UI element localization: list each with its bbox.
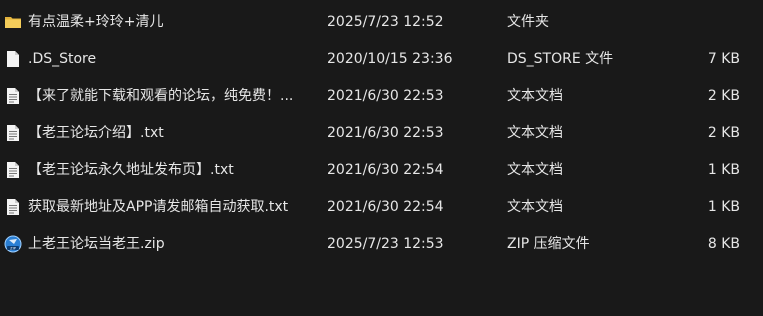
file-row-txt[interactable]: 【老王论坛永久地址发布页】.txt 2021/6/30 22:54 文本文档 1… bbox=[0, 152, 763, 188]
text-file-icon bbox=[4, 161, 22, 179]
file-row-zip[interactable]: ZIP 上老王论坛当老王.zip 2025/7/23 12:53 ZIP 压缩文… bbox=[0, 226, 763, 262]
file-type: 文本文档 bbox=[507, 125, 563, 141]
file-row-ds-store[interactable]: .DS_Store 2020/10/15 23:36 DS_STORE 文件 7… bbox=[0, 41, 763, 77]
svg-text:ZIP: ZIP bbox=[10, 246, 17, 250]
text-file-icon bbox=[4, 198, 22, 216]
file-name: 【老王论坛介绍】.txt bbox=[28, 125, 164, 141]
file-list: 有点温柔+玲玲+清儿 2025/7/23 12:52 文件夹 .DS_Store… bbox=[0, 0, 763, 316]
file-size: 7 KB bbox=[707, 51, 740, 67]
file-size: 8 KB bbox=[707, 236, 740, 252]
file-date: 2021/6/30 22:54 bbox=[327, 199, 444, 215]
file-name: .DS_Store bbox=[28, 51, 97, 67]
file-date: 2025/7/23 12:52 bbox=[327, 14, 444, 30]
blank-file-icon bbox=[4, 50, 22, 68]
file-type: 文本文档 bbox=[507, 88, 563, 104]
file-name: 【老王论坛永久地址发布页】.txt bbox=[28, 162, 234, 178]
file-date: 2021/6/30 22:53 bbox=[327, 88, 444, 104]
text-file-icon bbox=[4, 124, 22, 142]
file-size: 2 KB bbox=[707, 88, 740, 104]
file-date: 2021/6/30 22:54 bbox=[327, 162, 444, 178]
file-size: 1 KB bbox=[707, 199, 740, 215]
file-type: 文件夹 bbox=[507, 14, 549, 30]
file-size: 2 KB bbox=[707, 125, 740, 141]
file-name: 【来了就能下载和观看的论坛，纯免费！... bbox=[28, 88, 294, 104]
file-size: 1 KB bbox=[707, 162, 740, 178]
file-name: 获取最新地址及APP请发邮箱自动获取.txt bbox=[28, 199, 289, 215]
zip-file-icon: ZIP bbox=[4, 235, 22, 253]
file-row-txt[interactable]: 【来了就能下载和观看的论坛，纯免费！... 2021/6/30 22:53 文本… bbox=[0, 78, 763, 114]
file-row-txt[interactable]: 【老王论坛介绍】.txt 2021/6/30 22:53 文本文档 2 KB bbox=[0, 115, 763, 151]
file-date: 2021/6/30 22:53 bbox=[327, 125, 444, 141]
file-type: ZIP 压缩文件 bbox=[507, 236, 590, 252]
file-type: 文本文档 bbox=[507, 199, 563, 215]
folder-icon bbox=[4, 13, 22, 31]
file-type: 文本文档 bbox=[507, 162, 563, 178]
text-file-icon bbox=[4, 87, 22, 105]
file-row-folder[interactable]: 有点温柔+玲玲+清儿 2025/7/23 12:52 文件夹 bbox=[0, 4, 763, 40]
file-type: DS_STORE 文件 bbox=[507, 51, 614, 67]
file-date: 2020/10/15 23:36 bbox=[327, 51, 453, 67]
file-date: 2025/7/23 12:53 bbox=[327, 236, 444, 252]
file-name: 有点温柔+玲玲+清儿 bbox=[28, 14, 164, 30]
file-name: 上老王论坛当老王.zip bbox=[28, 236, 165, 252]
file-row-txt[interactable]: 获取最新地址及APP请发邮箱自动获取.txt 2021/6/30 22:54 文… bbox=[0, 189, 763, 225]
